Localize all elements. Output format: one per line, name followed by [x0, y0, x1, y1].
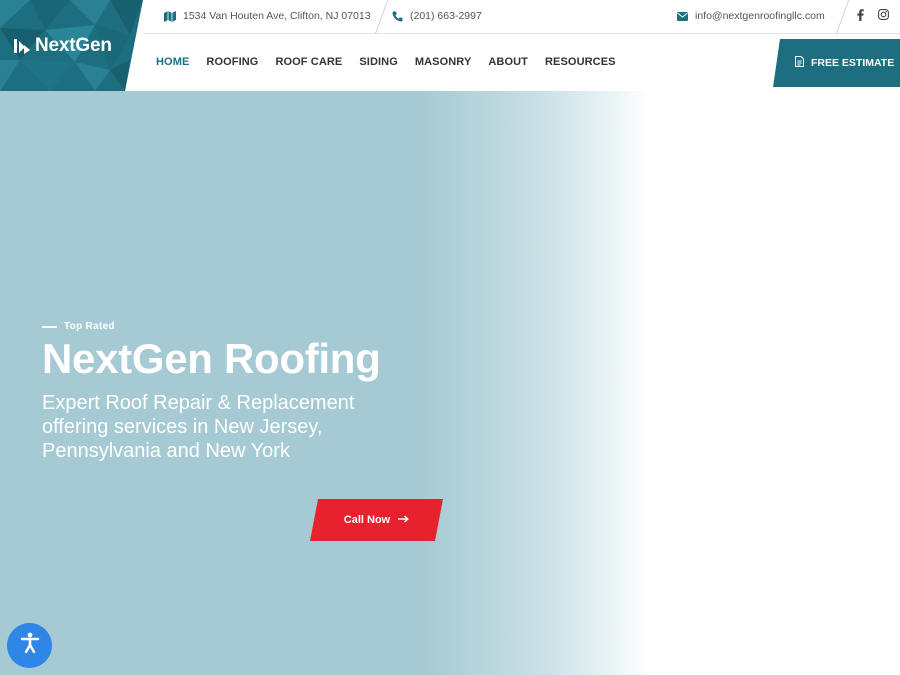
- nav-item-masonry[interactable]: MASONRY: [415, 56, 472, 68]
- accessibility-button[interactable]: [7, 623, 52, 668]
- nav-item-about[interactable]: ABOUT: [488, 56, 528, 68]
- accessibility-icon: [20, 632, 40, 659]
- topbar-divider: [835, 0, 850, 34]
- eyebrow-text: Top Rated: [64, 321, 115, 332]
- instagram-icon[interactable]: [878, 9, 889, 23]
- nav-item-resources[interactable]: RESOURCES: [545, 56, 616, 68]
- phone-item[interactable]: (201) 663-2997: [391, 10, 482, 22]
- free-estimate-label: FREE ESTIMATE: [811, 57, 895, 69]
- nav-item-roofing[interactable]: ROOFING: [206, 56, 258, 68]
- nav-item-home[interactable]: HOME: [156, 56, 189, 68]
- hero-title: NextGen Roofing: [42, 335, 381, 382]
- main-nav: HOME ROOFING ROOF CARE SIDING MASONRY AB…: [156, 56, 616, 68]
- hero-eyebrow: Top Rated: [42, 321, 115, 332]
- call-now-label: Call Now: [343, 514, 391, 526]
- call-now-button[interactable]: Call Now: [310, 499, 443, 541]
- email-item[interactable]: info@nextgenroofingllc.com: [676, 10, 825, 22]
- phone-text: (201) 663-2997: [410, 10, 482, 22]
- top-bar: 1534 Van Houten Ave, Clifton, NJ 07013 (…: [143, 0, 900, 34]
- address-item[interactable]: 1534 Van Houten Ave, Clifton, NJ 07013: [164, 10, 371, 22]
- logo-text: NextGen: [35, 35, 112, 56]
- eyebrow-line: [42, 325, 57, 328]
- hero-section: Top Rated NextGen Roofing Expert Roof Re…: [0, 91, 900, 675]
- topbar-divider: [374, 0, 389, 34]
- envelope-icon: [676, 10, 688, 22]
- address-text: 1534 Van Houten Ave, Clifton, NJ 07013: [183, 10, 371, 22]
- logo-block[interactable]: NextGen: [0, 0, 143, 91]
- hero-subtitle: Expert Roof Repair & Replacement offerin…: [42, 392, 355, 462]
- document-icon: [795, 56, 804, 70]
- logo[interactable]: NextGen: [13, 35, 112, 57]
- logo-mark-icon: [14, 39, 30, 54]
- nav-item-siding[interactable]: SIDING: [359, 56, 398, 68]
- facebook-icon[interactable]: [857, 9, 864, 24]
- free-estimate-button[interactable]: FREE ESTIMATE: [773, 39, 900, 87]
- map-icon: [164, 10, 176, 22]
- arrow-right-icon: [398, 514, 410, 526]
- nav-item-roof-care[interactable]: ROOF CARE: [275, 56, 342, 68]
- email-text: info@nextgenroofingllc.com: [695, 10, 825, 22]
- phone-icon: [391, 10, 403, 22]
